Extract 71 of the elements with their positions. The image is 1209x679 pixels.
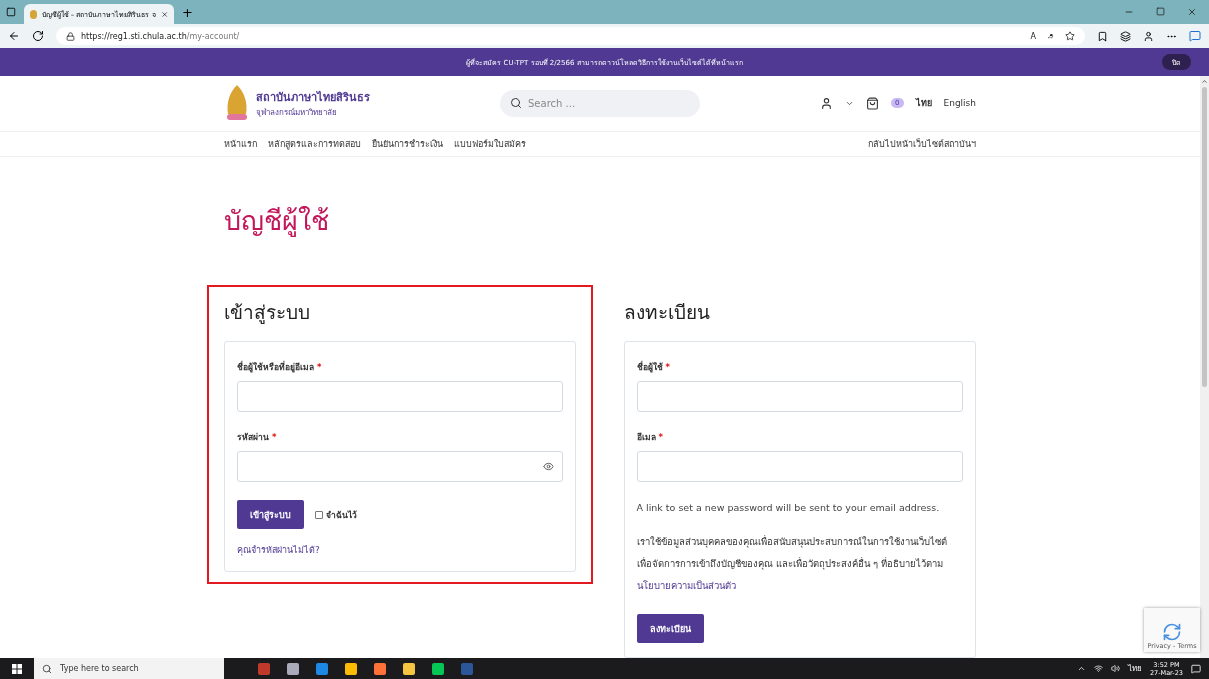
taskbar-app-icon[interactable] <box>374 662 386 675</box>
taskbar-search-field[interactable]: Type here to search <box>34 658 224 679</box>
recaptcha-icon <box>1162 622 1182 642</box>
field-label: รหัสผ่าน * <box>237 431 278 444</box>
taskbar-app-icon[interactable] <box>316 662 328 675</box>
input-field[interactable] <box>237 381 563 412</box>
back-to-site-link[interactable]: กลับไปหน้าเว็บไซต์สถาบันฯ <box>868 136 976 151</box>
remember-checkbox[interactable]: จำฉันไว้ <box>315 507 357 522</box>
input-field[interactable] <box>636 451 963 482</box>
favorites-icon[interactable] <box>1097 30 1108 42</box>
nav-link[interactable]: แบบฟอร์มใบสมัคร <box>454 136 526 151</box>
lock-icon <box>66 31 75 41</box>
checkbox[interactable] <box>315 510 323 519</box>
section-title: เข้าสู่ระบบ <box>224 300 311 326</box>
chat-icon[interactable] <box>1189 30 1201 42</box>
user-icon[interactable] <box>820 96 834 110</box>
crest-logo <box>224 84 250 123</box>
input-field[interactable] <box>636 381 963 412</box>
required-mark: * <box>665 362 670 372</box>
privacy-link[interactable]: นโยบายความเป็นส่วนตัว <box>636 580 736 591</box>
restore-icon[interactable] <box>1156 7 1165 16</box>
url-text: https://reg1.sti.chula.ac.th/my-account/ <box>81 31 240 41</box>
brand-name: สถาบันภาษาไทยสิรินธร <box>256 89 370 106</box>
page-title: บัญชีผู้ใช้ <box>224 204 330 239</box>
login-button[interactable]: เข้าสู่ระบบ <box>237 500 304 529</box>
network-icon[interactable] <box>1093 664 1103 673</box>
field-label: ชื่อผู้ใช้ * <box>636 360 671 374</box>
read-aloud-button[interactable]: A <box>1030 31 1036 41</box>
taskbar-app-icon[interactable] <box>403 662 415 675</box>
refresh-icon[interactable] <box>32 30 44 42</box>
new-tab-button[interactable]: + <box>182 4 193 20</box>
tab-actions-icon[interactable] <box>6 7 16 17</box>
taskbar-app-icon[interactable] <box>345 662 357 675</box>
section-title: ลงทะเบียน <box>623 300 711 325</box>
nav-link[interactable]: หลักสูตรและการทดสอบ <box>268 136 361 151</box>
translate-button[interactable]: ꭿ <box>1048 31 1053 41</box>
field-label: อีเมล * <box>636 431 664 444</box>
star-icon[interactable] <box>1065 31 1075 41</box>
field-label: ชื่อผู้ใช้หรือที่อยู่อีเมล * <box>237 360 323 374</box>
input-language[interactable]: ไทย <box>1127 662 1142 675</box>
brand-subtitle: จุฬาลงกรณ์มหาวิทยาลัย <box>256 106 338 119</box>
password-field[interactable] <box>237 451 563 482</box>
close-icon[interactable] <box>160 9 168 19</box>
taskbar-app-icon[interactable] <box>287 662 299 675</box>
search-icon <box>510 97 522 110</box>
search-icon <box>42 663 52 674</box>
close-icon[interactable] <box>1187 7 1197 17</box>
privacy-paragraph: เราใช้ข้อมูลส่วนบุคคลของคุณเพื่อสนับสนุนประสบการณ์ในการใช้งานเว็บไซต์ เพื่อจัดการการเข้าถึงบัญชีของคุณ และเพื่อวัตถุประสงค์อื่น ๆ ที่อธิบายไว้ตาม นโยบายความเป็นส่วนตัว <box>636 534 948 593</box>
scroll-up-icon[interactable] <box>1201 78 1208 85</box>
register-button[interactable]: ลงทะเบียน <box>636 614 704 643</box>
required-mark: * <box>271 432 277 442</box>
scrollbar-thumb[interactable] <box>1202 87 1207 387</box>
chevron-up-icon[interactable] <box>1076 664 1086 673</box>
notification-icon[interactable] <box>1191 663 1201 674</box>
forgot-password-link[interactable]: คุณจำรหัสผ่านไม่ได้? <box>237 543 563 557</box>
password-note: A link to set a new password will be sent to your email address. <box>636 502 941 513</box>
site-icon <box>30 9 37 19</box>
nav-link[interactable]: หน้าแรก <box>224 136 257 151</box>
bag-icon[interactable] <box>866 96 880 110</box>
address-bar[interactable]: https://reg1.sti.chula.ac.th/my-account/ A ꭿ <box>56 27 1085 45</box>
profile-icon[interactable] <box>1143 30 1154 42</box>
required-mark: * <box>316 362 322 372</box>
volume-icon[interactable] <box>1110 664 1120 673</box>
back-icon[interactable] <box>8 30 20 42</box>
language-link[interactable]: ไทย <box>915 96 932 111</box>
nav-link[interactable]: ยืนยันการชำระเงิน <box>372 136 443 151</box>
language-link[interactable]: English <box>943 98 976 109</box>
eye-icon[interactable] <box>542 461 554 472</box>
taskbar-app-icon[interactable] <box>432 662 444 675</box>
collections-icon[interactable] <box>1120 30 1131 42</box>
required-mark: * <box>658 432 663 442</box>
